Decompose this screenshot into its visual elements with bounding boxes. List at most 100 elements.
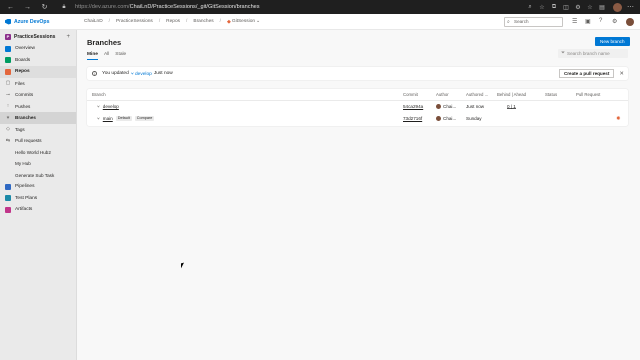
nav-files[interactable]: ▢ Files bbox=[0, 78, 76, 90]
search-placeholder: Search bbox=[514, 19, 529, 24]
user-settings-icon[interactable]: ⚙ bbox=[612, 18, 617, 25]
breadcrumb-project[interactable]: PracticeSessions bbox=[116, 19, 153, 24]
favorite-star-icon[interactable]: ☆ bbox=[537, 4, 547, 11]
reading-icon[interactable]: ▤ bbox=[597, 4, 607, 11]
nav-label: Files bbox=[15, 80, 25, 86]
branch-name-link[interactable]: main bbox=[103, 116, 113, 121]
nav-artifacts[interactable]: Artifacts bbox=[0, 204, 76, 216]
nav-commits[interactable]: ⊸ Commits bbox=[0, 89, 76, 101]
nav-pipelines[interactable]: Pipelines bbox=[0, 181, 76, 193]
nav-label: Boards bbox=[15, 57, 31, 63]
project-badge: P bbox=[5, 33, 11, 40]
nav-label: Generate Sub Task bbox=[15, 172, 55, 178]
nav-pushes[interactable]: ↑ Pushes bbox=[0, 101, 76, 113]
collections-icon[interactable]: ◫ bbox=[561, 4, 571, 11]
nav-pull-requests[interactable]: ⇆ Pull requests bbox=[0, 135, 76, 147]
lock-icon: 🔒︎ bbox=[62, 3, 66, 10]
push-icon: ↑ bbox=[6, 103, 10, 110]
header-search-input[interactable]: ⌕ Search bbox=[504, 17, 563, 27]
browser-profile-avatar[interactable] bbox=[613, 2, 622, 12]
user-avatar[interactable] bbox=[626, 18, 634, 26]
forward-icon[interactable]: → bbox=[23, 4, 32, 11]
tab-all[interactable]: All bbox=[104, 52, 109, 60]
column-header[interactable]: Branch bbox=[92, 89, 106, 101]
pull-request-icon[interactable]: ✸ bbox=[616, 113, 621, 125]
tab-mine[interactable]: Mine bbox=[87, 52, 98, 60]
help-icon[interactable]: ? bbox=[599, 18, 602, 24]
close-icon[interactable]: ✕ bbox=[619, 71, 624, 77]
authored-date: Just now bbox=[466, 104, 485, 109]
compare-tag: Compare bbox=[134, 116, 155, 122]
url-host: https://dev.azure.com/ bbox=[75, 4, 130, 10]
column-header[interactable]: Behind | Ahead bbox=[497, 89, 526, 101]
column-header[interactable]: Status bbox=[545, 89, 557, 101]
nav-branches[interactable]: ⑂ Branches bbox=[0, 112, 76, 124]
branch-cell: ⑂ develop bbox=[97, 101, 119, 113]
nav-label: Pull requests bbox=[15, 138, 42, 144]
artifacts-icon bbox=[5, 206, 11, 213]
add-icon[interactable]: + bbox=[66, 34, 70, 40]
favorites-icon[interactable]: ☆ bbox=[585, 4, 595, 11]
nav-label: Hello World Hub2 bbox=[15, 149, 51, 155]
zoom-icon[interactable]: ⌕ bbox=[525, 4, 535, 11]
branch-search-placeholder: Search branch name bbox=[567, 51, 610, 56]
extension-icon[interactable]: ⧉ bbox=[549, 4, 559, 11]
nav-test-plans[interactable]: Test Plans bbox=[0, 193, 76, 205]
author-avatar bbox=[436, 116, 441, 122]
tab-stale[interactable]: Stale bbox=[115, 52, 126, 60]
branch-name-link[interactable]: develop bbox=[103, 104, 119, 109]
behind-ahead-count: 0 | 1 bbox=[507, 101, 516, 109]
browser-menu-icon[interactable]: ⋯ bbox=[627, 3, 634, 11]
azure-devops-logo-icon[interactable] bbox=[5, 18, 11, 25]
search-icon: ⌕ bbox=[507, 19, 510, 25]
nav-my-hub[interactable]: My Hub bbox=[0, 158, 76, 170]
breadcrumb-repos[interactable]: Repos bbox=[166, 19, 180, 24]
breadcrumb-org[interactable]: ChaiLnD bbox=[84, 19, 103, 24]
settings-icon[interactable]: ⚙ bbox=[573, 4, 583, 11]
page-title: Branches bbox=[87, 38, 122, 47]
task-list-icon[interactable]: ☰ bbox=[572, 18, 577, 25]
commit-link[interactable]: 54ca294a bbox=[403, 101, 423, 113]
back-icon[interactable]: ← bbox=[6, 4, 15, 11]
column-header[interactable]: Author bbox=[436, 89, 449, 101]
overview-icon bbox=[5, 45, 11, 52]
tag-icon: ◇ bbox=[6, 126, 10, 133]
breadcrumb-separator: / bbox=[186, 19, 188, 24]
refresh-icon[interactable]: ↻ bbox=[40, 3, 49, 11]
table-row[interactable]: ⑂ develop 54ca294a Chai... Just now 0 | 1 bbox=[87, 101, 628, 113]
banner-branch-name: develop bbox=[135, 71, 152, 77]
breadcrumb-separator: / bbox=[219, 19, 221, 24]
column-header[interactable]: Commit bbox=[403, 89, 418, 101]
marketplace-icon[interactable]: ▣ bbox=[585, 18, 591, 25]
breadcrumb-branches[interactable]: Branches bbox=[193, 19, 213, 24]
pull-request-icon: ⇆ bbox=[5, 137, 11, 144]
repo-selector[interactable]: ◆ GitSession ⌄ bbox=[227, 19, 260, 25]
nav-repos[interactable]: Repos bbox=[0, 66, 76, 78]
new-branch-button[interactable]: New branch bbox=[595, 37, 630, 46]
filter-icon: ⏷ bbox=[561, 50, 566, 56]
brand-name[interactable]: Azure DevOps bbox=[14, 19, 84, 25]
create-pull-request-button[interactable]: Create a pull request bbox=[558, 69, 615, 78]
git-repo-icon: ◆ bbox=[226, 18, 231, 25]
chevron-down-icon: ⌄ bbox=[256, 19, 261, 24]
nav-boards[interactable]: Boards bbox=[0, 55, 76, 67]
pipelines-icon bbox=[5, 183, 11, 190]
nav-generate-sub-task[interactable]: Generate Sub Task bbox=[0, 170, 76, 182]
table-row[interactable]: ⑂ main Default Compare 73d2716f Chai... Sun… bbox=[87, 113, 628, 125]
main-content: Branches New branch Mine All Stale ⏷ Sea… bbox=[78, 30, 640, 360]
address-bar[interactable]: https://dev.azure.com/ChaiLnD/PracticeSe… bbox=[75, 4, 523, 10]
column-header[interactable]: Authored ... bbox=[466, 89, 488, 101]
repos-icon bbox=[5, 68, 11, 75]
file-icon: ▢ bbox=[5, 80, 11, 87]
banner-branch-link[interactable]: ⑂ develop bbox=[131, 71, 152, 77]
project-header[interactable]: P PracticeSessions + bbox=[0, 30, 76, 43]
nav-tags[interactable]: ◇ Tags bbox=[0, 124, 76, 136]
column-header[interactable]: Pull Request bbox=[576, 89, 600, 101]
branch-search-input[interactable]: ⏷ Search branch name bbox=[558, 49, 628, 58]
commit-icon: ⊸ bbox=[5, 91, 11, 98]
commit-link[interactable]: 73d2716f bbox=[403, 113, 422, 125]
nav-overview[interactable]: Overview bbox=[0, 43, 76, 55]
nav-hello-world-hub2[interactable]: Hello World Hub2 bbox=[0, 147, 76, 159]
table-header: Branch Commit Author Authored ... Behind… bbox=[87, 89, 628, 101]
nav-label: Pipelines bbox=[15, 184, 35, 190]
